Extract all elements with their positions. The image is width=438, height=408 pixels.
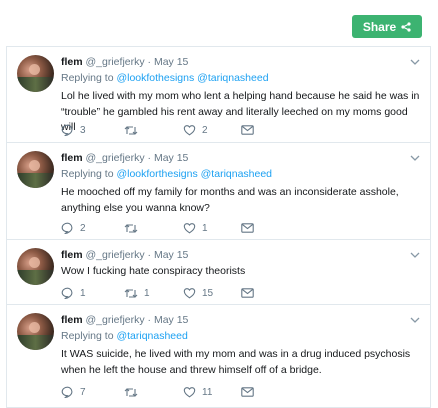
display-name[interactable]: flem [61,314,83,326]
reply-icon [61,124,73,136]
envelope-icon [241,387,254,397]
tweet-card[interactable]: flem @_griefjerky · May 15 Replying to @… [6,143,431,240]
retweet-button[interactable] [124,385,144,399]
share-button-label: Share [362,19,397,34]
like-button[interactable]: 15 [183,286,213,300]
chevron-down-icon[interactable] [410,154,420,162]
reply-icon [61,287,73,299]
tweet-header: flem @_griefjerky · May 15 [61,314,188,326]
tweet-text: He mooched off my family for months and … [61,186,399,214]
replying-to: Replying to @lookforthesigns @tariqnashe… [61,168,272,180]
heart-icon [183,288,196,299]
heart-icon [183,223,196,234]
retweet-icon [124,288,138,298]
reply-button[interactable]: 1 [61,286,86,300]
chevron-down-icon[interactable] [410,58,420,66]
direct-message-button[interactable] [241,123,254,137]
tweet-text: It WAS suicide, he lived with my mom and… [61,348,411,376]
direct-message-button[interactable] [241,221,254,235]
envelope-icon [241,288,254,298]
replying-to: Replying to @tariqnasheed [61,330,188,342]
retweet-icon [124,387,138,397]
separator-dot: · [147,249,152,261]
replying-to-handles[interactable]: @lookforthesigns @tariqnasheed [116,168,272,180]
like-button[interactable]: 1 [183,221,208,235]
avatar[interactable] [17,55,54,92]
reply-button[interactable]: 7 [61,385,86,399]
share-button[interactable]: Share [352,15,422,38]
retweet-button[interactable] [124,221,144,235]
heart-icon [183,125,196,136]
like-count: 15 [202,287,214,299]
tweet-header: flem @_griefjerky · May 15 [61,249,188,261]
separator-dot: · [147,152,152,164]
display-name[interactable]: flem [61,249,83,261]
separator-dot: · [147,314,152,326]
separator-dot: · [147,56,152,68]
display-name[interactable]: flem [61,152,83,164]
tweet-date[interactable]: May 15 [154,56,188,68]
replying-to-prefix: Replying to [61,168,114,180]
tweet-date[interactable]: May 15 [154,314,188,326]
replying-to: Replying to @lookfothesigns @tariqnashee… [61,72,269,84]
retweet-count: 1 [144,287,150,299]
user-handle[interactable]: @_griefjerky [86,314,145,326]
replying-to-handles[interactable]: @tariqnasheed [116,330,187,342]
heart-icon [183,387,196,398]
direct-message-button[interactable] [241,385,254,399]
reply-count: 1 [80,287,86,299]
like-count: 2 [202,124,208,136]
tweet-date[interactable]: May 15 [154,152,188,164]
tweet-header: flem @_griefjerky · May 15 [61,152,188,164]
top-bar: Share [0,0,438,46]
display-name[interactable]: flem [61,56,83,68]
tweet-actions: 2 1 [61,221,401,235]
tweet-card[interactable]: flem @_griefjerky · May 15 Replying to @… [6,46,431,143]
tweet-actions: 7 11 [61,385,401,399]
like-button[interactable]: 11 [183,385,212,399]
tweet-card[interactable]: flem @_griefjerky · May 15 Wow I fucking… [6,240,431,305]
tweet-actions: 1 1 15 [61,286,401,300]
reply-count: 7 [80,386,86,398]
share-icon [401,21,411,32]
replying-to-handles[interactable]: @lookfothesigns @tariqnasheed [116,72,268,84]
retweet-button[interactable] [124,123,144,137]
user-handle[interactable]: @_griefjerky [86,249,145,261]
direct-message-button[interactable] [241,286,254,300]
like-button[interactable]: 2 [183,123,208,137]
reply-button[interactable]: 3 [61,123,86,137]
replying-to-prefix: Replying to [61,72,114,84]
user-handle[interactable]: @_griefjerky [86,152,145,164]
user-handle[interactable]: @_griefjerky [86,56,145,68]
tweet-actions: 3 2 [61,123,401,137]
envelope-icon [241,125,254,135]
reply-count: 3 [80,124,86,136]
retweet-icon [124,125,138,135]
like-count: 1 [202,222,208,234]
like-count: 11 [202,386,213,398]
replying-to-prefix: Replying to [61,330,114,342]
envelope-icon [241,223,254,233]
reply-count: 2 [80,222,86,234]
tweet-card[interactable]: flem @_griefjerky · May 15 Replying to @… [6,305,431,408]
reply-icon [61,386,73,398]
reply-icon [61,222,73,234]
retweet-button[interactable]: 1 [124,286,150,300]
tweet-text: Wow I fucking hate conspiracy theorists [61,265,246,277]
chevron-down-icon[interactable] [410,316,420,324]
reply-button[interactable]: 2 [61,221,86,235]
chevron-down-icon[interactable] [410,251,420,259]
avatar[interactable] [17,313,54,350]
avatar[interactable] [17,151,54,188]
tweet-header: flem @_griefjerky · May 15 [61,56,188,68]
tweet-date[interactable]: May 15 [154,249,188,261]
retweet-icon [124,223,138,233]
avatar[interactable] [17,248,54,285]
